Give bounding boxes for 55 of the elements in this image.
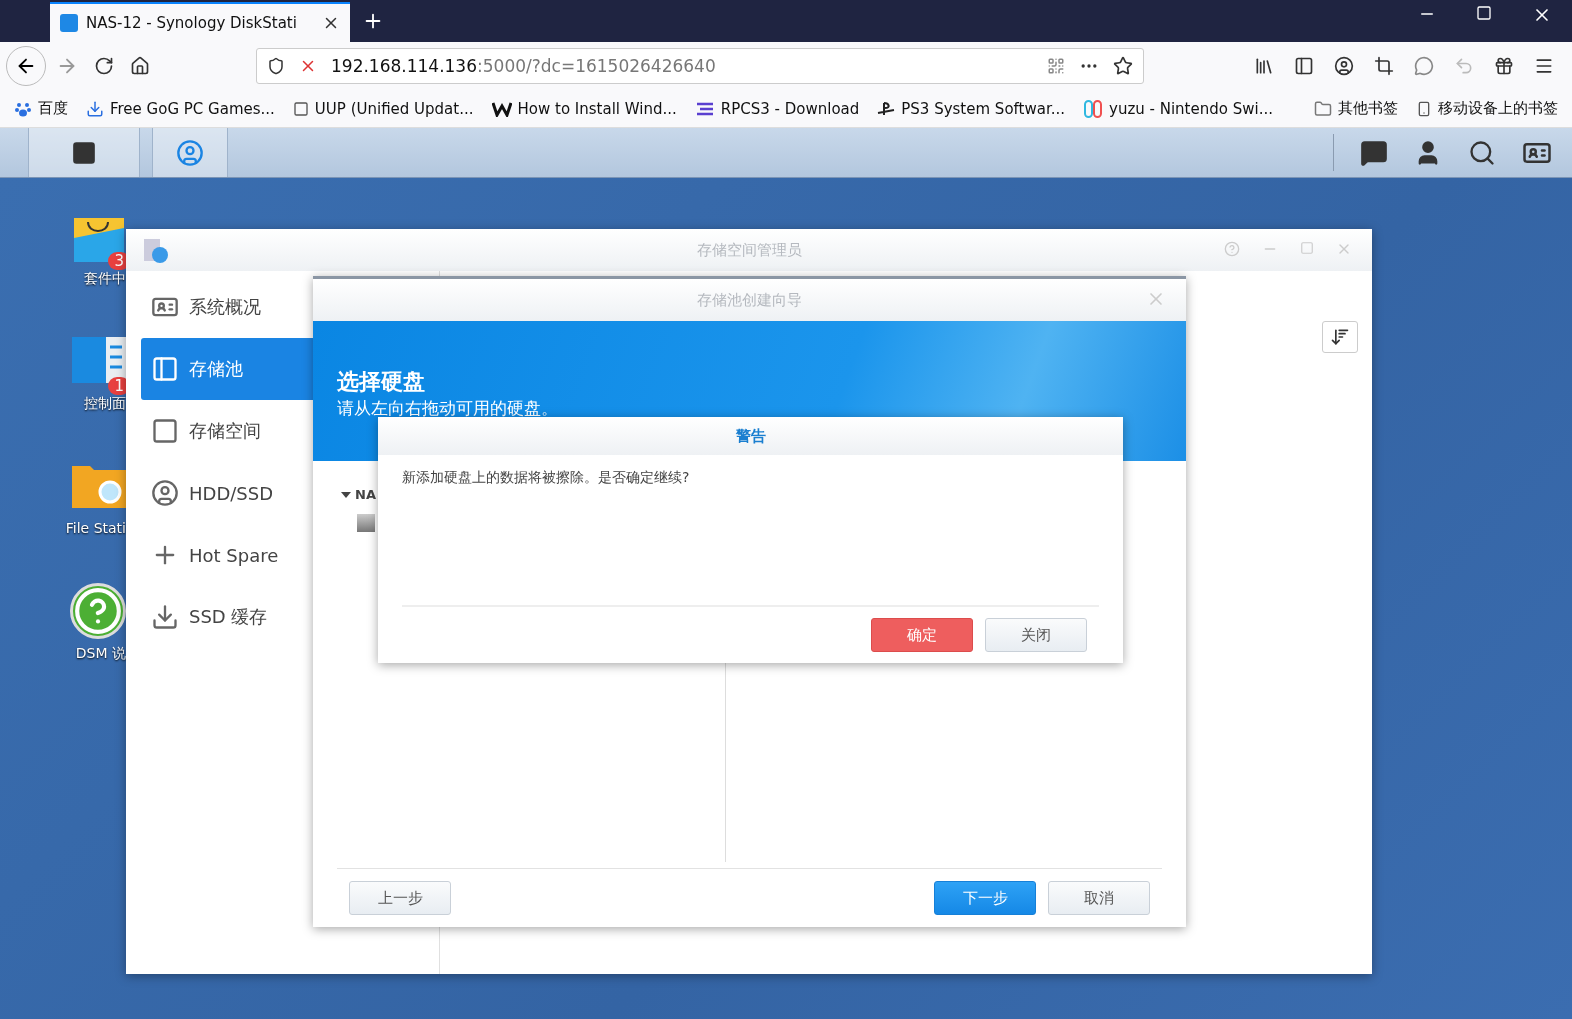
- chat-icon[interactable]: [1360, 138, 1388, 167]
- qr-code-icon[interactable]: [1047, 57, 1065, 75]
- bookmark-label: 其他书签: [1338, 99, 1398, 118]
- bookmark-label: RPCS3 - Download: [720, 99, 860, 118]
- reload-icon[interactable]: [94, 56, 114, 76]
- wizard-button[interactable]: 取消: [1048, 881, 1150, 915]
- wizard-button[interactable]: 上一步: [349, 881, 451, 915]
- switch-logo-icon: [1083, 98, 1103, 119]
- download-icon: [86, 99, 104, 118]
- desktop-icon-label[interactable]: File Stati: [65, 520, 126, 536]
- folder-icon: [1314, 99, 1332, 118]
- sidebar-item[interactable]: SSD 缓存: [141, 586, 439, 648]
- alert-message: 新添加硬盘上的数据将被擦除。是否确定继续?: [401, 468, 691, 487]
- shield-icon: [267, 57, 285, 75]
- sidebar-icon[interactable]: [1294, 56, 1314, 76]
- alert-title: 警告: [735, 426, 766, 446]
- desktop-icon-label[interactable]: DSM 说: [75, 645, 126, 663]
- main-menu-button[interactable]: [28, 128, 140, 177]
- ps-logo-icon: [877, 101, 896, 116]
- storage-app-button[interactable]: [152, 128, 228, 177]
- sort-button[interactable]: [1322, 321, 1358, 353]
- gift-icon[interactable]: [1494, 56, 1514, 76]
- favicon-icon: [60, 14, 78, 32]
- bars-icon: [694, 101, 715, 116]
- crop-icon[interactable]: [1374, 56, 1394, 76]
- bookmark-label: yuzu - Nintendo Swi...: [1109, 99, 1273, 118]
- phone-icon: [1416, 100, 1432, 117]
- dialog-title: 存储池创建向导: [697, 290, 802, 310]
- bookmark-link[interactable]: yuzu - Nintendo Swi...: [1083, 98, 1273, 119]
- bookmark-folder[interactable]: 移动设备上的书签: [1416, 99, 1558, 118]
- bookmark-label: 移动设备上的书签: [1438, 99, 1558, 118]
- star-icon[interactable]: [1113, 56, 1133, 76]
- browser-tab[interactable]: NAS-12 - Synology DiskStati: [50, 2, 350, 42]
- desktop-icon-label[interactable]: 套件中: [84, 270, 126, 288]
- sort-icon: [1330, 327, 1350, 347]
- step-heading: 选择硬盘: [337, 368, 426, 396]
- desktop-icon-label[interactable]: 控制面: [84, 395, 126, 413]
- columns-icon: [151, 355, 179, 383]
- library-icon[interactable]: [1254, 56, 1274, 76]
- w-logo-icon: [491, 100, 512, 117]
- home-icon[interactable]: [130, 56, 150, 76]
- account-icon[interactable]: [1334, 56, 1354, 76]
- step-subheading: 请从左向右拖动可用的硬盘。: [337, 397, 559, 420]
- sidebar-item[interactable]: 系统概况: [141, 276, 439, 338]
- search-icon[interactable]: [1468, 138, 1496, 167]
- sidebar-item[interactable]: Hot Spare: [141, 524, 439, 586]
- window-title: 存储空间管理员: [696, 240, 802, 260]
- menu-icon[interactable]: [1534, 56, 1554, 76]
- bookmark-link[interactable]: 百度: [14, 99, 68, 118]
- alert-button[interactable]: 关闭: [985, 618, 1087, 652]
- bookmark-label: 百度: [38, 99, 68, 118]
- storage-app-icon: [142, 237, 170, 265]
- bookmark-link[interactable]: RPCS3 - Download: [694, 99, 860, 118]
- bookmark-folder[interactable]: 其他书签: [1314, 99, 1398, 118]
- address-field[interactable]: 192.168.114.136:5000/?dc=1615026426640: [256, 48, 1144, 84]
